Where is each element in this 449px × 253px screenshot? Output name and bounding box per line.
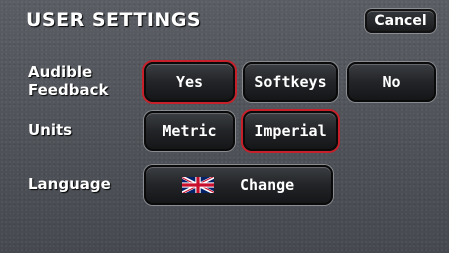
uk-flag-icon — [182, 177, 214, 193]
units-metric-button[interactable]: Metric — [144, 111, 235, 151]
units-imperial-button[interactable]: Imperial — [243, 111, 338, 151]
cancel-button[interactable]: Cancel — [365, 9, 436, 33]
audible-feedback-softkeys-button[interactable]: Softkeys — [243, 62, 338, 102]
audible-feedback-no-button[interactable]: No — [347, 62, 436, 102]
language-change-button[interactable]: Change — [144, 165, 333, 205]
user-settings-screen: USER SETTINGS Cancel Audible Feedback Ye… — [0, 0, 449, 253]
language-label: Language — [28, 175, 111, 193]
page-title: USER SETTINGS — [26, 9, 202, 31]
audible-feedback-label: Audible Feedback — [28, 63, 109, 99]
language-change-label: Change — [240, 176, 295, 194]
units-label: Units — [28, 121, 73, 139]
audible-feedback-yes-button[interactable]: Yes — [144, 62, 235, 102]
